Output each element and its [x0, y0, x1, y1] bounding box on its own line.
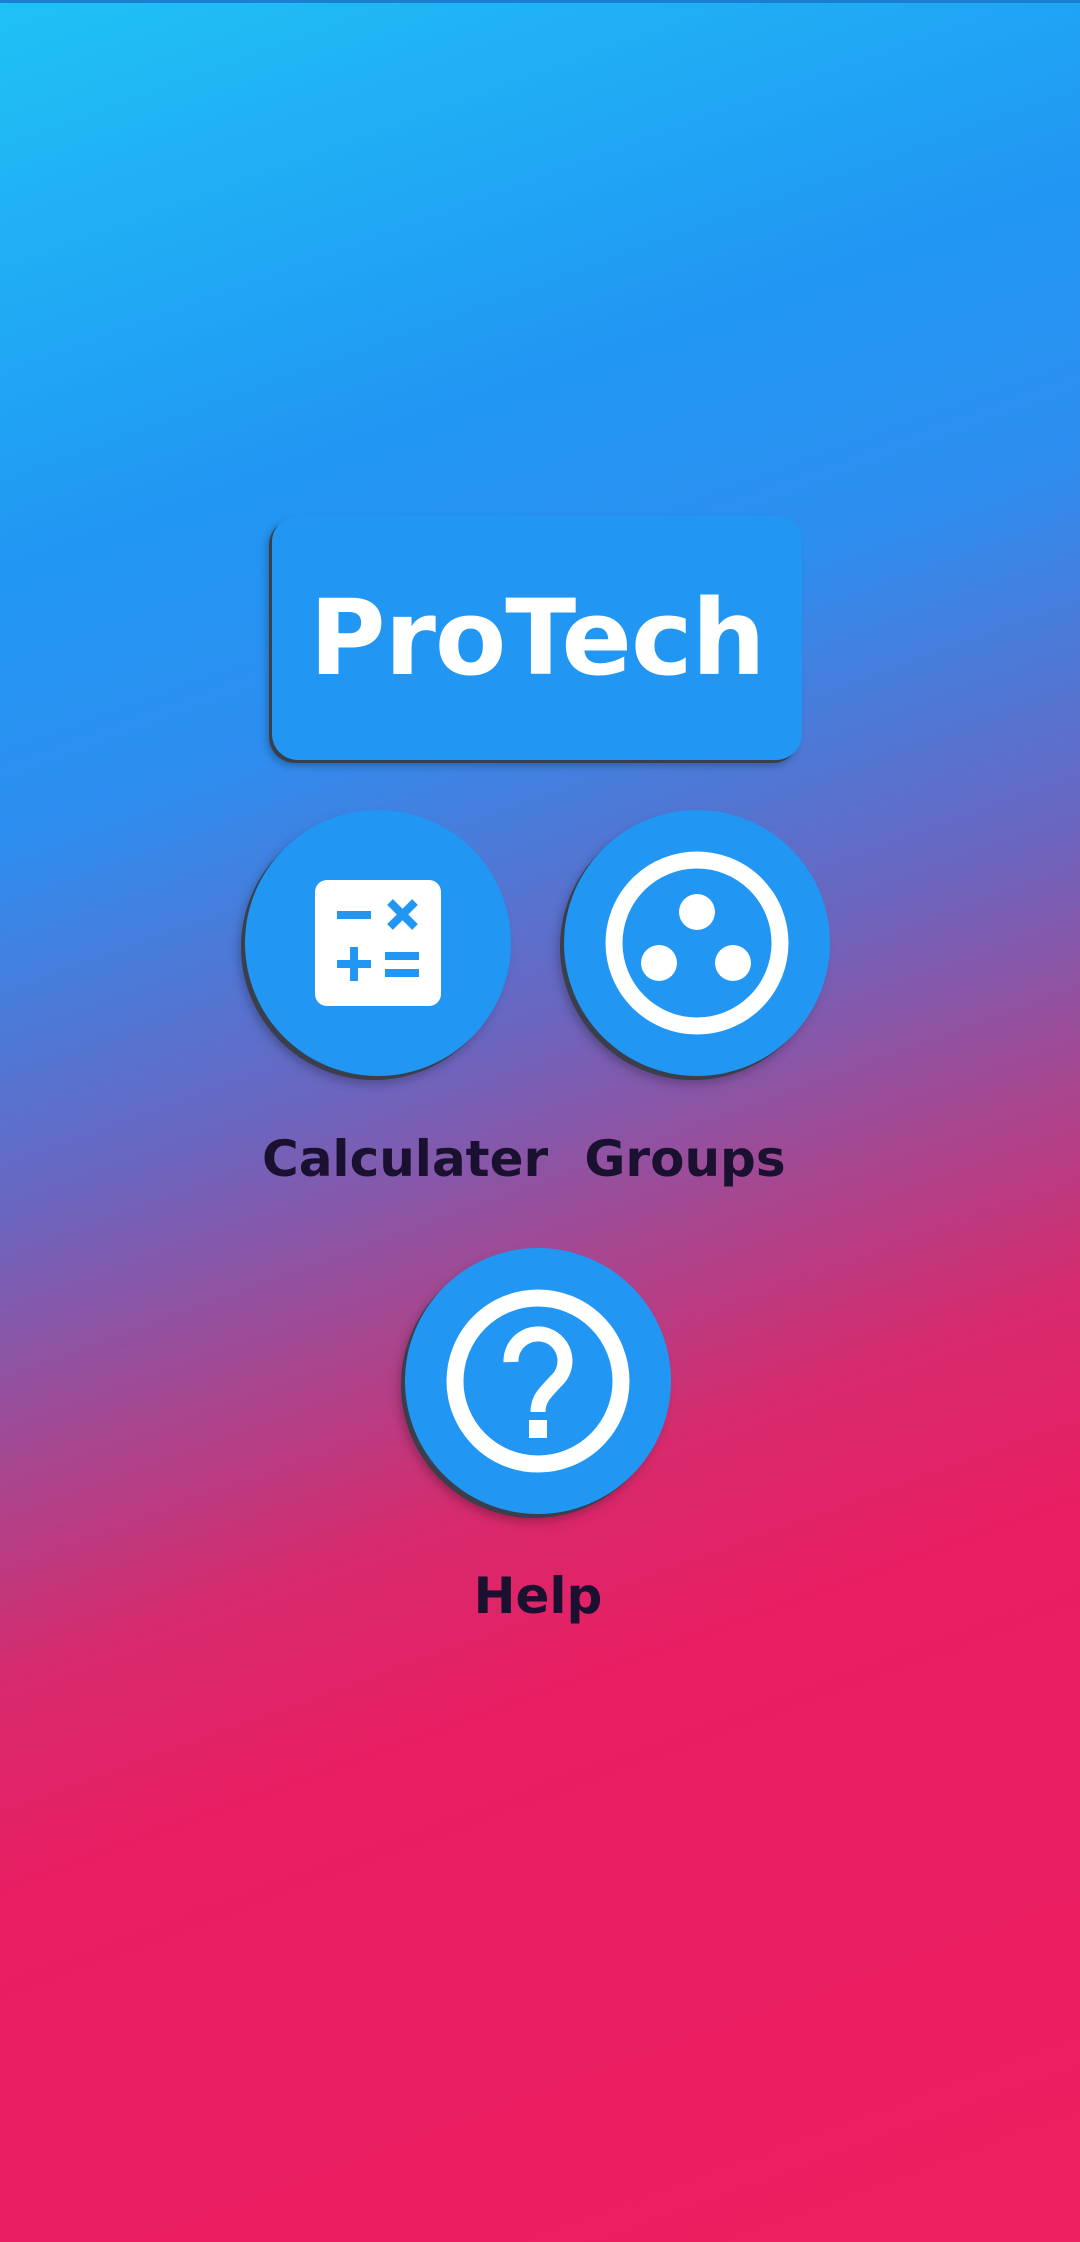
- calculator-label: Calculater: [262, 1130, 549, 1188]
- status-bar-divider: [0, 0, 1080, 3]
- title-card: ProTech: [272, 516, 802, 760]
- help-circle-icon: [445, 1288, 631, 1474]
- groups-button[interactable]: [564, 810, 830, 1076]
- group-work-icon: [604, 850, 790, 1036]
- groups-label: Groups: [584, 1130, 786, 1188]
- help-button[interactable]: [405, 1248, 671, 1514]
- calculator-icon: [315, 880, 441, 1006]
- calculator-button[interactable]: [245, 810, 511, 1076]
- help-label: Help: [473, 1567, 603, 1625]
- app-title: ProTech: [309, 577, 765, 699]
